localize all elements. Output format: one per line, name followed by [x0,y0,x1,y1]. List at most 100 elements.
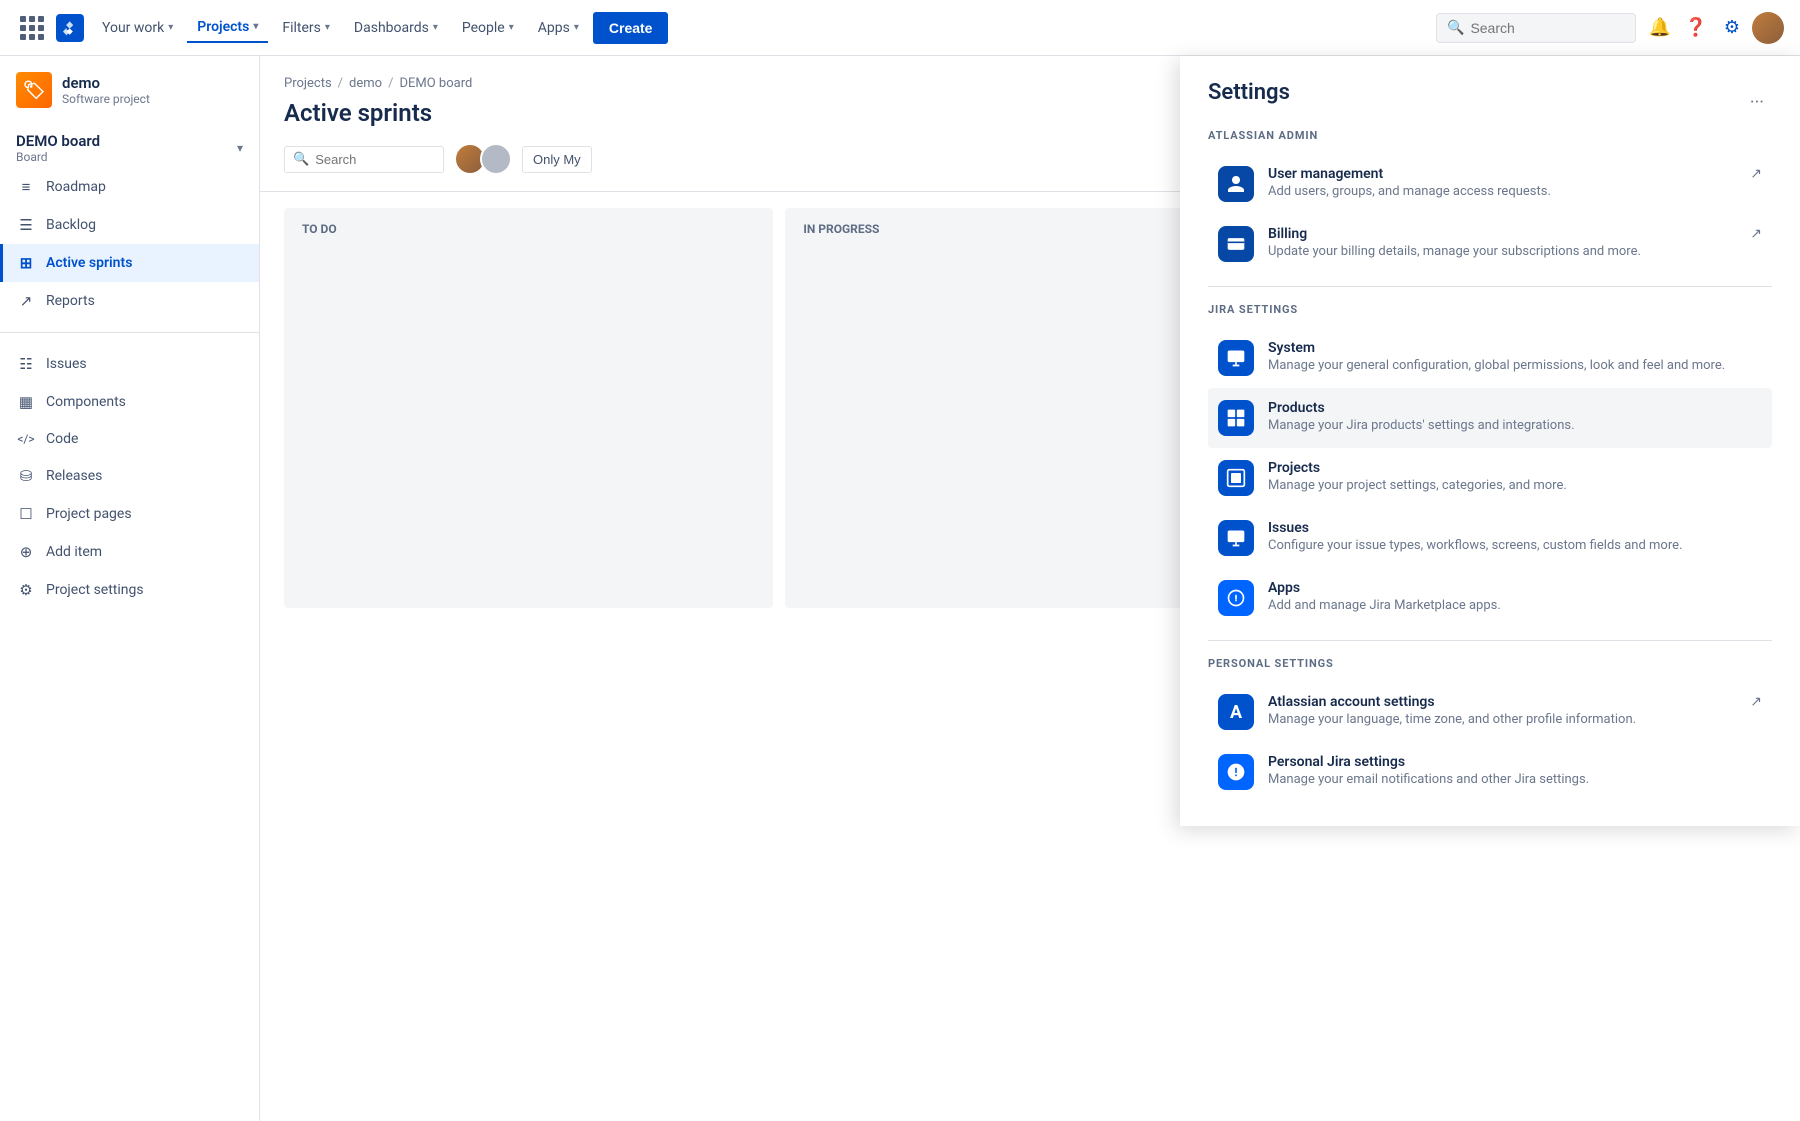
products-icon [1218,400,1254,436]
products-title: Products [1268,400,1762,416]
main-nav: Your work ▾ Projects ▾ Filters ▾ Dashboa… [92,12,1428,44]
active-sprints-icon: ⊞ [16,254,36,272]
sidebar-item-reports[interactable]: ↗ Reports [0,282,259,320]
apps-title: Apps [1268,580,1762,596]
sidebar-divider [0,332,259,333]
settings-item-apps[interactable]: Apps Add and manage Jira Marketplace app… [1208,568,1772,628]
settings-item-atlassian-account[interactable]: A Atlassian account settings Manage your… [1208,682,1772,742]
settings-item-issues[interactable]: Issues Configure your issue types, workf… [1208,508,1772,568]
search-input[interactable] [1470,20,1620,36]
nav-filters[interactable]: Filters ▾ [272,14,340,42]
personal-jira-icon [1218,754,1254,790]
settings-item-user-management[interactable]: User management Add users, groups, and m… [1208,154,1772,214]
search-icon: 🔍 [1447,20,1464,36]
user-management-desc: Add users, groups, and manage access req… [1268,184,1736,199]
atlassian-account-title: Atlassian account settings [1268,694,1736,710]
projects-title: Projects [1268,460,1762,476]
board-column-todo: TO DO [284,208,773,608]
sidebar-item-components[interactable]: ▦ Components [0,383,259,421]
settings-button[interactable]: ⚙ [1716,12,1748,44]
notifications-button[interactable]: 🔔 [1644,12,1676,44]
create-button[interactable]: Create [593,12,669,44]
billing-desc: Update your billing details, manage your… [1268,244,1736,259]
settings-item-personal-jira[interactable]: Personal Jira settings Manage your email… [1208,742,1772,802]
sidebar-item-backlog[interactable]: ☰ Backlog [0,206,259,244]
sidebar-item-code[interactable]: </> Code [0,421,259,457]
sidebar-item-active-sprints[interactable]: ⊞ Active sprints [0,244,259,282]
backlog-icon: ☰ [16,216,36,234]
settings-section-jira: JIRA SETTINGS [1208,299,1772,320]
only-my-button[interactable]: Only My [522,146,592,173]
board-sub: Board [16,150,100,164]
chevron-down-icon: ▾ [325,22,330,33]
billing-icon [1218,226,1254,262]
personal-jira-desc: Manage your email notifications and othe… [1268,772,1762,787]
atlassian-account-icon: A [1218,694,1254,730]
nav-apps[interactable]: Apps ▾ [528,14,589,42]
nav-your-work[interactable]: Your work ▾ [92,14,183,42]
products-desc: Manage your Jira products' settings and … [1268,418,1762,433]
nav-projects[interactable]: Projects ▾ [187,13,268,43]
search-box[interactable]: 🔍 [1436,13,1636,43]
settings-item-system[interactable]: System Manage your general configuration… [1208,328,1772,388]
sidebar: 🏷 demo Software project DEMO board Board… [0,56,260,1121]
breadcrumb-demo[interactable]: demo [349,76,382,91]
board-search-box[interactable]: 🔍 [284,146,444,173]
components-icon: ▦ [16,393,36,411]
breadcrumb-projects[interactable]: Projects [284,76,332,91]
project-name: demo [62,74,150,92]
personal-jira-title: Personal Jira settings [1268,754,1762,770]
chevron-down-icon: ▾ [168,22,173,33]
external-link-icon: ↗ [1750,226,1762,242]
system-icon [1218,340,1254,376]
issues-title: Issues [1268,520,1762,536]
atlassian-account-desc: Manage your language, time zone, and oth… [1268,712,1736,727]
project-pages-icon: ☐ [16,505,36,523]
chevron-down-icon: ▾ [433,22,438,33]
avatar-filter-2[interactable] [480,143,512,175]
settings-item-projects[interactable]: Projects Manage your project settings, c… [1208,448,1772,508]
issues-icon: ☷ [16,355,36,373]
board-header[interactable]: DEMO board Board ▾ [0,120,259,168]
help-button[interactable]: ❓ [1680,12,1712,44]
topnav: Your work ▾ Projects ▾ Filters ▾ Dashboa… [0,0,1800,56]
project-icon: 🏷 [16,72,52,108]
nav-people[interactable]: People ▾ [452,14,524,42]
topnav-icons: 🔔 ❓ ⚙ [1644,12,1784,44]
board-search-input[interactable] [315,152,415,167]
issues-settings-icon [1218,520,1254,556]
user-avatar[interactable] [1752,12,1784,44]
sidebar-item-issues[interactable]: ☷ Issues [0,345,259,383]
settings-divider-2 [1208,640,1772,641]
billing-title: Billing [1268,226,1736,242]
sidebar-item-project-pages[interactable]: ☐ Project pages [0,495,259,533]
add-item-icon: ⊕ [16,543,36,561]
settings-item-products[interactable]: Products Manage your Jira products' sett… [1208,388,1772,448]
apps-desc: Add and manage Jira Marketplace apps. [1268,598,1762,613]
sidebar-item-add-item[interactable]: ⊕ Add item [0,533,259,571]
sidebar-item-project-settings[interactable]: ⚙ Project settings [0,571,259,609]
settings-title: Settings [1208,80,1290,105]
settings-panel: Settings ··· ATLASSIAN ADMIN User manage… [1180,56,1800,826]
avatar-filters [454,143,512,175]
system-title: System [1268,340,1762,356]
settings-item-billing[interactable]: Billing Update your billing details, man… [1208,214,1772,274]
breadcrumb-demo-board[interactable]: DEMO board [399,76,472,91]
sidebar-item-roadmap[interactable]: ≡ Roadmap [0,168,259,206]
project-type: Software project [62,92,150,106]
apps-icon [1218,580,1254,616]
reports-icon: ↗ [16,292,36,310]
external-link-icon: ↗ [1750,166,1762,182]
board-chevron-icon: ▾ [237,141,243,155]
search-icon: 🔍 [293,152,309,167]
roadmap-icon: ≡ [16,178,36,196]
chevron-down-icon: ▾ [253,21,258,32]
project-settings-icon: ⚙ [16,581,36,599]
user-management-icon [1218,166,1254,202]
chevron-down-icon: ▾ [574,22,579,33]
app-switcher-button[interactable] [16,12,48,44]
more-options-button[interactable]: ··· [1742,92,1772,113]
jira-logo[interactable] [56,14,84,42]
nav-dashboards[interactable]: Dashboards ▾ [344,14,448,42]
sidebar-item-releases[interactable]: ⛁ Releases [0,457,259,495]
